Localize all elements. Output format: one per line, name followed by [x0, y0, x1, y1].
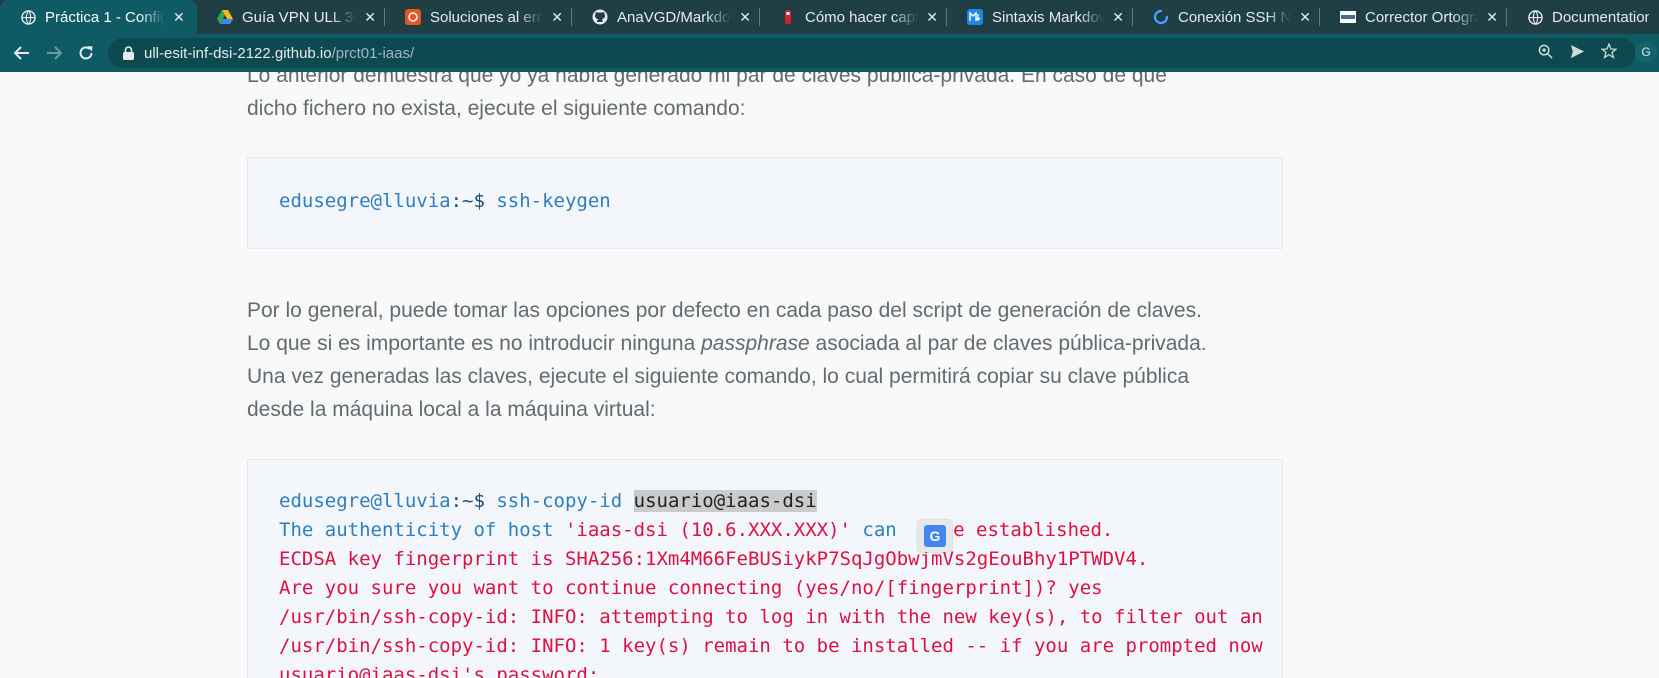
tab-corrector[interactable]: Corrector Ortogra ✕: [1320, 0, 1506, 34]
back-arrow-icon[interactable]: [6, 37, 38, 69]
code-line: Are you sure you want to continue connec…: [279, 577, 1103, 599]
selected-text[interactable]: usuario@iaas-dsi: [633, 490, 817, 512]
paragraph-line: Lo anterior demuestra que yo ya había ge…: [247, 72, 1167, 87]
close-tab-icon[interactable]: ✕: [173, 9, 185, 26]
paragraph-intro: Lo anterior demuestra que yo ya había ge…: [247, 72, 1283, 125]
profile-avatar-icon[interactable]: G: [1635, 41, 1657, 63]
google-drive-icon: [217, 9, 233, 25]
close-tab-icon[interactable]: ✕: [364, 9, 376, 26]
tab-github[interactable]: AnaVGD/Markdow ✕: [572, 0, 759, 34]
prompt-user: edusegre@lluvia: [279, 490, 451, 512]
paragraph-line: Lo que si es importante es no introducir…: [247, 332, 702, 355]
tab-title: Cómo hacer captu: [805, 8, 919, 26]
command-text: ssh-copy-id: [484, 490, 634, 512]
prompt-symbol: :~$: [450, 490, 485, 512]
command-text: ssh-keygen: [484, 190, 611, 212]
tab-title: Conexión SSH No: [1178, 8, 1292, 26]
prompt-symbol: :~$: [450, 190, 485, 212]
markdown-icon: [967, 9, 983, 25]
tab-strip: Práctica 1 - Config ✕ Guía VPN ULL 301 ✕…: [0, 0, 1659, 34]
tab-capturas[interactable]: Cómo hacer captu ✕: [760, 0, 946, 34]
code-block-keygen: edusegre@lluvia:~$ ssh-keygen: [247, 157, 1283, 249]
tab-practica[interactable]: Práctica 1 - Config ✕: [0, 0, 197, 34]
code-line: edusegre@lluvia:~$ ssh-copy-id usuario@i…: [279, 487, 817, 516]
bookmark-star-icon[interactable]: [1600, 42, 1618, 63]
tab-sintaxis[interactable]: Sintaxis Markdow ✕: [947, 0, 1132, 34]
tab-title: Corrector Ortogra: [1365, 8, 1479, 26]
site-icon: [1340, 9, 1356, 25]
output-text: can: [850, 519, 897, 541]
paragraph-line: Una vez generadas las claves, ejecute el…: [247, 365, 1190, 388]
globe-icon: [1527, 9, 1543, 25]
code-line: edusegre@lluvia:~$ ssh-keygen: [279, 187, 611, 216]
tab-documentation[interactable]: Documentation: [1507, 0, 1657, 34]
lock-icon[interactable]: [120, 46, 136, 60]
tab-soluciones[interactable]: Soluciones al error ✕: [385, 0, 571, 34]
page-content: Lo anterior demuestra que yo ya había ge…: [0, 72, 1659, 678]
close-tab-icon[interactable]: ✕: [1486, 9, 1498, 26]
github-icon: [592, 9, 608, 25]
code-line: /usr/bin/ssh-copy-id: INFO: attempting t…: [279, 606, 1263, 628]
url-host: ull-esit-inf-dsi-2122.github.io: [144, 44, 332, 62]
browser-toolbar: ull-esit-inf-dsi-2122.github.io/prct01-i…: [0, 34, 1659, 72]
tab-title: AnaVGD/Markdow: [617, 8, 732, 26]
code-line: usuario@iaas-dsi's password:: [279, 664, 600, 678]
close-tab-icon[interactable]: ✕: [926, 9, 938, 26]
tab-vpn[interactable]: Guía VPN ULL 301 ✕: [197, 0, 384, 34]
code-line: ECDSA key fingerprint is SHA256:1Xm4M66F…: [279, 548, 1149, 570]
close-tab-icon[interactable]: ✕: [1112, 9, 1124, 26]
url-text[interactable]: ull-esit-inf-dsi-2122.github.io/prct01-i…: [144, 45, 414, 62]
site-icon: [780, 9, 796, 25]
forward-arrow-icon[interactable]: [38, 37, 70, 69]
address-bar[interactable]: ull-esit-inf-dsi-2122.github.io/prct01-i…: [108, 38, 1636, 68]
send-icon[interactable]: [1568, 44, 1586, 63]
url-path: /prct01-iaas/: [331, 44, 415, 62]
loading-icon: [1153, 9, 1169, 25]
output-text: The authenticity of host: [279, 519, 565, 541]
address-bar-actions: [1536, 38, 1618, 68]
paragraph-line: asociada al par de claves pública-privad…: [809, 332, 1207, 355]
code-line: /usr/bin/ssh-copy-id: INFO: 1 key(s) rem…: [279, 635, 1263, 657]
code-line: The authenticity of host 'iaas-dsi (10.6…: [279, 516, 1113, 545]
code-block-ssh-copy-id: edusegre@lluvia:~$ ssh-copy-id usuario@i…: [247, 459, 1283, 678]
tab-title: Documentation: [1552, 8, 1649, 26]
google-translate-icon[interactable]: G: [918, 520, 952, 552]
tab-title: Guía VPN ULL 301: [242, 8, 356, 26]
tab-title: Práctica 1 - Config: [45, 8, 165, 26]
close-tab-icon[interactable]: ✕: [551, 9, 563, 26]
prompt-user: edusegre@lluvia: [279, 190, 451, 212]
paragraph-line: Por lo general, puede tomar las opciones…: [247, 299, 1202, 322]
paragraph-instructions: Por lo general, puede tomar las opciones…: [247, 294, 1283, 426]
close-tab-icon[interactable]: ✕: [1299, 9, 1311, 26]
output-string: 'iaas-dsi (10.6.XXX.XXX)': [564, 519, 851, 541]
ubuntu-icon: [405, 9, 421, 25]
paragraph-line: dicho fichero no exista, ejecute el sigu…: [247, 97, 746, 120]
zoom-icon[interactable]: [1536, 44, 1554, 63]
tab-title: Sintaxis Markdow: [992, 8, 1105, 26]
output-text: be established.: [941, 519, 1114, 541]
emphasis-text: passphrase: [701, 332, 810, 355]
close-tab-icon[interactable]: ✕: [739, 9, 751, 26]
tab-ssh[interactable]: Conexión SSH No ✕: [1133, 0, 1319, 34]
globe-icon: [20, 9, 36, 25]
paragraph-line: desde la máquina local a la máquina virt…: [247, 398, 656, 421]
reload-icon[interactable]: [70, 37, 102, 69]
tab-title: Soluciones al error: [430, 8, 544, 26]
